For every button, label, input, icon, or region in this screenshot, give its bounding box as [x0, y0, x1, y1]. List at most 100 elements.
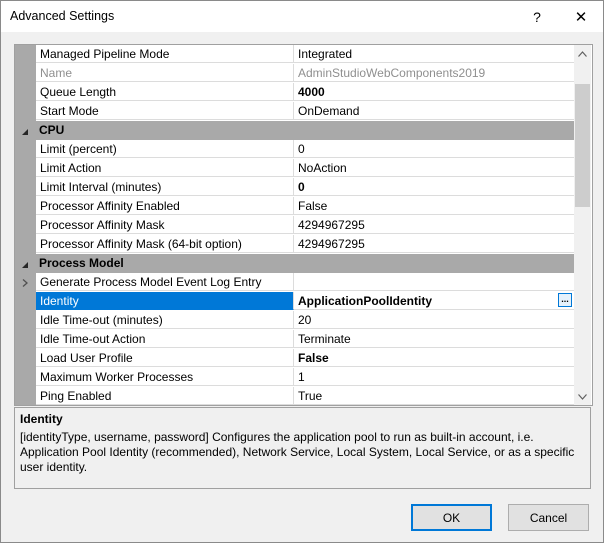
- cancel-button[interactable]: Cancel: [508, 504, 589, 531]
- property-name[interactable]: Load User Profile: [36, 349, 294, 367]
- property-name[interactable]: Processor Affinity Mask: [36, 216, 294, 234]
- property-name[interactable]: Name: [36, 64, 294, 82]
- row-margin: [15, 102, 36, 121]
- category-row[interactable]: Process Model: [15, 254, 574, 273]
- row-margin: [15, 349, 36, 368]
- property-grid: Managed Pipeline Mode Integrated Name Admin…: [14, 44, 593, 406]
- property-value-text: False: [298, 199, 328, 213]
- dialog-title: Advanced Settings: [10, 9, 115, 23]
- category-label: Process Model: [39, 256, 124, 270]
- property-name[interactable]: Start Mode: [36, 102, 294, 120]
- row-margin: [15, 197, 36, 216]
- row-margin: [15, 178, 36, 197]
- property-value[interactable]: 4294967295: [294, 235, 574, 253]
- title-bar: Advanced Settings ? ✕: [1, 1, 603, 32]
- property-name[interactable]: Limit Action: [36, 159, 294, 177]
- property-name[interactable]: Idle Time-out Action: [36, 330, 294, 348]
- advanced-settings-dialog: Advanced Settings ? ✕ Managed Pipeline M…: [0, 0, 604, 543]
- property-row[interactable]: Queue Length 4000: [15, 83, 574, 102]
- scroll-up-arrow-icon[interactable]: [574, 45, 591, 62]
- property-name[interactable]: Limit (percent): [36, 140, 294, 158]
- ellipsis-button[interactable]: ...: [558, 293, 572, 307]
- property-row[interactable]: Limit Action NoAction: [15, 159, 574, 178]
- row-margin: [15, 311, 36, 330]
- property-row[interactable]: Idle Time-out Action Terminate: [15, 330, 574, 349]
- property-value[interactable]: 0: [294, 178, 574, 196]
- property-name[interactable]: Generate Process Model Event Log Entry: [36, 273, 294, 291]
- property-row[interactable]: Limit Interval (minutes) 0: [15, 178, 574, 197]
- row-margin: [15, 83, 36, 102]
- row-margin: [15, 140, 36, 159]
- property-value[interactable]: ApplicationPoolIdentity...: [294, 292, 574, 310]
- row-margin: [15, 64, 36, 83]
- scroll-down-arrow-icon[interactable]: [574, 388, 591, 405]
- property-value[interactable]: Integrated: [294, 45, 574, 63]
- row-margin: [15, 273, 36, 292]
- property-name[interactable]: Limit Interval (minutes): [36, 178, 294, 196]
- property-value-text: Terminate: [298, 332, 351, 346]
- property-row[interactable]: Load User Profile False: [15, 349, 574, 368]
- property-name[interactable]: Processor Affinity Mask (64-bit option): [36, 235, 294, 253]
- property-name[interactable]: Processor Affinity Enabled: [36, 197, 294, 215]
- property-value-text: 0: [298, 142, 305, 156]
- property-value[interactable]: False: [294, 197, 574, 215]
- property-value[interactable]: 20: [294, 311, 574, 329]
- category-label: CPU: [39, 123, 65, 137]
- row-margin: [15, 159, 36, 178]
- property-value[interactable]: 4294967295: [294, 216, 574, 234]
- property-value-text: 4294967295: [298, 237, 365, 251]
- property-row[interactable]: Idle Time-out (minutes) 20: [15, 311, 574, 330]
- property-row[interactable]: Limit (percent) 0: [15, 140, 574, 159]
- property-value-text: 20: [298, 313, 312, 327]
- property-row[interactable]: Processor Affinity Enabled False: [15, 197, 574, 216]
- property-name[interactable]: Maximum Worker Processes: [36, 368, 294, 386]
- vertical-scrollbar[interactable]: [574, 45, 591, 405]
- property-value[interactable]: OnDemand: [294, 102, 574, 120]
- property-name[interactable]: Idle Time-out (minutes): [36, 311, 294, 329]
- property-value[interactable]: True: [294, 387, 574, 405]
- category-row[interactable]: CPU: [15, 121, 574, 140]
- collapse-triangle-icon[interactable]: [20, 126, 30, 136]
- ok-button[interactable]: OK: [411, 504, 492, 531]
- property-value[interactable]: Terminate: [294, 330, 574, 348]
- property-value[interactable]: 0: [294, 140, 574, 158]
- row-margin: [15, 330, 36, 349]
- property-row[interactable]: Processor Affinity Mask (64-bit option) 4…: [15, 235, 574, 254]
- property-row[interactable]: Name AdminStudioWebComponents2019: [15, 64, 574, 83]
- help-button[interactable]: ?: [515, 1, 559, 32]
- property-value-text: AdminStudioWebComponents2019: [298, 66, 486, 80]
- property-value[interactable]: False: [294, 349, 574, 367]
- property-name[interactable]: Identity: [36, 292, 294, 310]
- row-margin: [15, 216, 36, 235]
- property-value-text: Integrated: [298, 47, 353, 61]
- property-value[interactable]: 4000: [294, 83, 574, 101]
- property-name[interactable]: Queue Length: [36, 83, 294, 101]
- row-margin: [15, 45, 36, 64]
- property-value[interactable]: AdminStudioWebComponents2019: [294, 64, 574, 82]
- property-row[interactable]: Identity ApplicationPoolIdentity...: [15, 292, 574, 311]
- property-row[interactable]: Processor Affinity Mask 4294967295: [15, 216, 574, 235]
- property-value[interactable]: [294, 273, 574, 291]
- property-value[interactable]: NoAction: [294, 159, 574, 177]
- property-value-text: ApplicationPoolIdentity: [298, 294, 432, 308]
- property-row[interactable]: Managed Pipeline Mode Integrated: [15, 45, 574, 64]
- property-value-text: 4000: [298, 85, 325, 99]
- property-row[interactable]: Start Mode OnDemand: [15, 102, 574, 121]
- property-row[interactable]: Generate Process Model Event Log Entry: [15, 273, 574, 292]
- expand-arrow-icon[interactable]: [20, 277, 30, 287]
- property-value-text: False: [298, 351, 329, 365]
- property-value[interactable]: 1: [294, 368, 574, 386]
- scrollbar-thumb[interactable]: [575, 84, 590, 207]
- collapse-triangle-icon[interactable]: [20, 259, 30, 269]
- property-row[interactable]: Ping Enabled True: [15, 387, 574, 405]
- property-name[interactable]: Managed Pipeline Mode: [36, 45, 294, 63]
- description-text: [identityType, username, password] Confi…: [20, 430, 575, 474]
- property-value-text: 4294967295: [298, 218, 365, 232]
- property-name[interactable]: Ping Enabled: [36, 387, 294, 405]
- row-margin: [15, 387, 36, 405]
- property-value-text: OnDemand: [298, 104, 360, 118]
- property-row[interactable]: Maximum Worker Processes 1: [15, 368, 574, 387]
- close-button[interactable]: ✕: [559, 1, 603, 32]
- property-value-text: True: [298, 389, 323, 403]
- row-margin: [15, 292, 36, 311]
